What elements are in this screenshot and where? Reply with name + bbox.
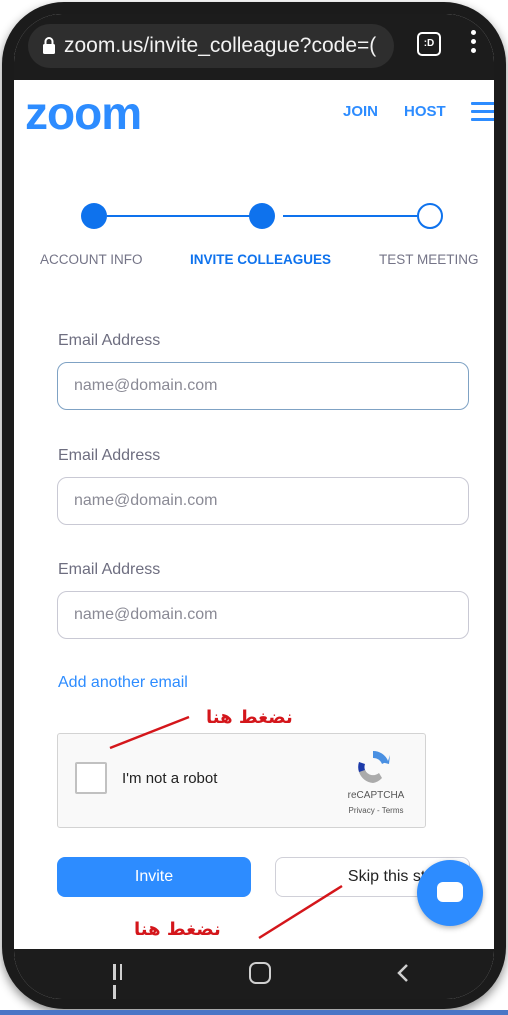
phone-screen: zoom.us/invite_colleague?code=( :D zoom …: [14, 14, 494, 999]
email-label: Email Address: [58, 447, 161, 464]
email-field-3[interactable]: [57, 591, 469, 639]
signup-stepper: ACCOUNT INFO INVITE COLLEAGUES TEST MEET…: [14, 202, 494, 282]
email-field-2[interactable]: [57, 477, 469, 525]
recents-icon[interactable]: [113, 964, 131, 999]
recaptcha-privacy-terms[interactable]: Privacy - Terms: [341, 806, 411, 815]
email-label: Email Address: [58, 332, 161, 349]
chat-bubble-icon: [437, 882, 463, 902]
lock-icon: [43, 37, 55, 54]
browser-menu-icon[interactable]: [469, 30, 477, 60]
step-connector: [107, 215, 255, 217]
chat-button[interactable]: [417, 860, 483, 926]
step-label-invite-colleagues: INVITE COLLEAGUES: [190, 252, 332, 267]
recaptcha-label: I'm not a robot: [122, 770, 218, 787]
zoom-logo[interactable]: zoom: [25, 86, 142, 140]
hamburger-menu-icon[interactable]: [471, 102, 494, 122]
host-link[interactable]: HOST: [404, 103, 446, 120]
recaptcha-widget: I'm not a robot reCAPTCHA Privacy - Term…: [57, 733, 426, 828]
page-frame: zoom.us/invite_colleague?code=( :D zoom …: [0, 0, 508, 1015]
home-icon[interactable]: [249, 962, 271, 984]
browser-toolbar: zoom.us/invite_colleague?code=( :D: [14, 14, 494, 80]
step-connector: [283, 215, 417, 217]
invite-button[interactable]: Invite: [57, 857, 251, 897]
step-dot-invite-colleagues: [249, 203, 275, 229]
bottom-strip: [0, 1010, 508, 1015]
add-another-email-link[interactable]: Add another email: [58, 674, 188, 692]
recaptcha-checkbox[interactable]: [75, 762, 107, 794]
system-nav-bar: [14, 949, 494, 999]
site-header: zoom JOIN HOST: [14, 80, 494, 142]
step-label-test-meeting: TEST MEETING: [379, 252, 479, 267]
join-link[interactable]: JOIN: [343, 103, 378, 120]
recaptcha-logo-icon: [358, 750, 390, 783]
url-text: zoom.us/invite_colleague?code=(: [64, 34, 377, 57]
recaptcha-brand: reCAPTCHA: [347, 790, 405, 801]
tab-switcher-icon[interactable]: :D: [417, 32, 441, 56]
email-field-1[interactable]: [57, 362, 469, 410]
annotation-click-here-top: نضغط هنا: [206, 707, 293, 728]
back-icon[interactable]: [396, 963, 410, 983]
annotation-click-here-bottom: نضغط هنا: [134, 919, 221, 940]
address-bar[interactable]: zoom.us/invite_colleague?code=(: [28, 24, 394, 68]
email-label: Email Address: [58, 561, 161, 578]
step-dot-account-info: [81, 203, 107, 229]
step-dot-test-meeting: [417, 203, 443, 229]
step-label-account-info: ACCOUNT INFO: [40, 252, 143, 267]
